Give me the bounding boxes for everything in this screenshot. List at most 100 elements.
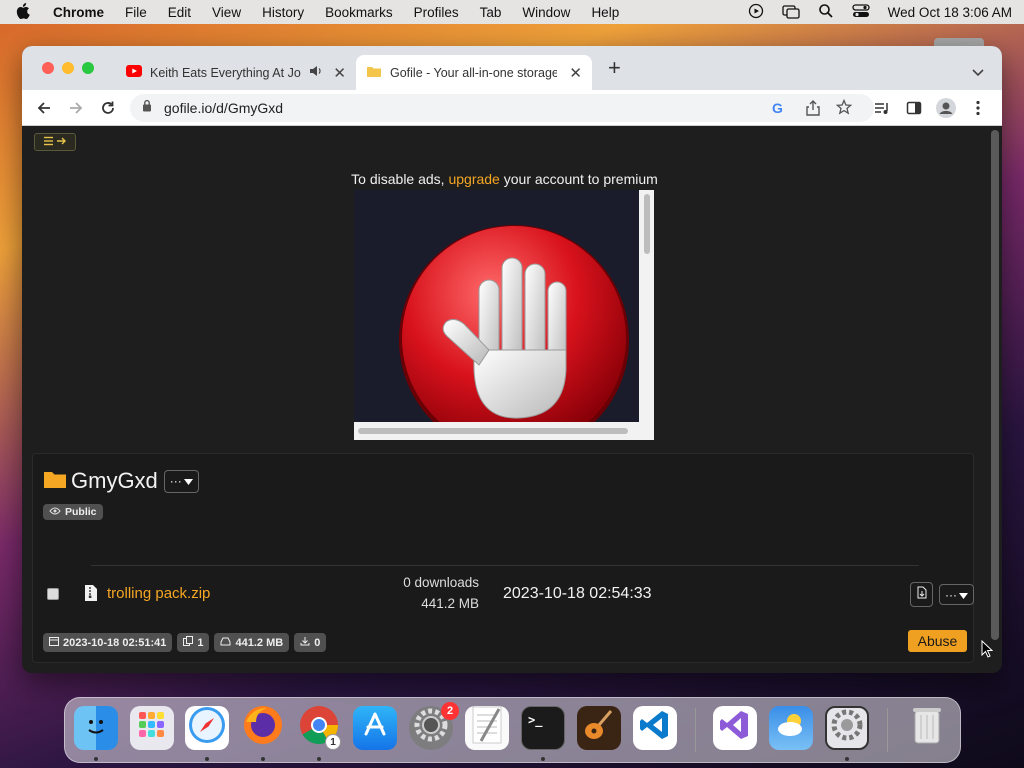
dock-system-preferences[interactable]: 2	[409, 702, 459, 750]
share-icon[interactable]	[806, 100, 820, 121]
stop-hand-icon	[399, 225, 629, 422]
ad-vertical-scrollbar[interactable]	[640, 190, 654, 422]
launchpad-icon	[137, 710, 167, 746]
tab-close-icon[interactable]: ✕	[569, 64, 582, 82]
settings-gear-icon	[830, 708, 864, 748]
created-date: 2023-10-18 02:51:41	[63, 636, 167, 649]
new-tab-icon[interactable]: +	[608, 57, 621, 79]
firefox-icon	[242, 704, 284, 752]
tab-strip: Keith Eats Everything At Jo ✕ Gofile - Y…	[22, 46, 1002, 90]
dock-garageband[interactable]	[577, 706, 621, 750]
gofile-icon	[366, 64, 382, 81]
weather-cloud-icon	[774, 711, 808, 745]
menubar-clock[interactable]: Wed Oct 18 3:06 AM	[888, 5, 1012, 20]
dock-running-dot	[317, 757, 321, 761]
file-name-link[interactable]: trolling pack.zip	[107, 585, 210, 602]
dock-separator	[887, 708, 888, 752]
dock-app-store[interactable]	[353, 706, 397, 750]
google-lens-icon[interactable]: G	[772, 100, 783, 116]
file-options-button[interactable]: ···	[939, 584, 974, 605]
reload-icon[interactable]	[100, 100, 116, 121]
ad-frame[interactable]	[354, 190, 654, 440]
folder-icon	[43, 469, 67, 494]
dock-visual-studio[interactable]	[713, 706, 757, 750]
url-text[interactable]: gofile.io/d/GmyGxd	[164, 100, 283, 116]
bookmark-star-icon[interactable]	[835, 98, 853, 120]
screen-record-icon[interactable]	[748, 3, 764, 22]
hard-drive-icon	[220, 637, 231, 649]
screen-mirroring-icon[interactable]	[782, 3, 800, 22]
dock-safari[interactable]	[185, 706, 229, 750]
ellipsis-icon: ···	[945, 587, 957, 602]
terminal-icon: >_	[528, 713, 543, 727]
dock-trash[interactable]	[905, 706, 949, 750]
tab-youtube[interactable]: Keith Eats Everything At Jo ✕	[118, 55, 354, 90]
menu-view[interactable]: View	[212, 5, 241, 20]
menu-history[interactable]: History	[262, 5, 304, 20]
dock-launchpad[interactable]	[130, 706, 174, 750]
audio-playing-icon[interactable]	[309, 65, 323, 80]
tab-title-active: Gofile - Your all-in-one storage	[390, 65, 558, 80]
trash-icon	[910, 705, 944, 751]
chrome-menu-icon[interactable]	[976, 100, 980, 121]
files-icon	[183, 636, 194, 649]
dock-vscode[interactable]	[633, 706, 677, 750]
tab-search-chevron-icon[interactable]	[972, 64, 984, 82]
total-size-badge: 441.2 MB	[214, 633, 290, 652]
divider	[91, 565, 919, 566]
folder-options-button[interactable]: ···	[163, 469, 199, 493]
dock-finder[interactable]	[74, 706, 118, 750]
dock-separator	[695, 708, 696, 752]
caret-down-icon	[183, 474, 193, 488]
control-center-icon[interactable]	[852, 3, 870, 22]
dock-firefox[interactable]	[241, 706, 285, 750]
media-controls-icon[interactable]	[874, 100, 890, 121]
upgrade-link[interactable]: upgrade	[448, 171, 499, 187]
file-download-icon	[917, 586, 927, 604]
tab-title: Keith Eats Everything At Jo	[150, 65, 301, 80]
menu-profiles[interactable]: Profiles	[414, 5, 459, 20]
zoom-window-button[interactable]	[82, 62, 94, 74]
minimize-window-button[interactable]	[62, 62, 74, 74]
apple-menu-icon[interactable]	[14, 2, 32, 22]
spotlight-search-icon[interactable]	[818, 3, 834, 22]
menu-file[interactable]: File	[125, 5, 147, 20]
dock-settings[interactable]	[825, 706, 869, 750]
menu-tab[interactable]: Tab	[480, 5, 502, 20]
menu-bookmarks[interactable]: Bookmarks	[325, 5, 393, 20]
page-scrollbar[interactable]	[988, 126, 1002, 673]
file-download-button[interactable]	[910, 582, 933, 607]
menu-app-name[interactable]: Chrome	[53, 5, 104, 20]
forward-arrow-icon[interactable]	[68, 100, 84, 121]
profile-avatar-icon[interactable]	[936, 98, 956, 123]
address-bar[interactable]: gofile.io/d/GmyGxd G	[130, 94, 874, 122]
tab-close-icon[interactable]: ✕	[333, 64, 346, 82]
menu-window[interactable]: Window	[522, 5, 570, 20]
menu-help[interactable]: Help	[591, 5, 619, 20]
back-arrow-icon[interactable]	[36, 100, 52, 121]
dock-chrome[interactable]: 1	[297, 706, 341, 750]
system-preferences-badge: 2	[441, 702, 459, 720]
dock-terminal[interactable]: >_	[521, 706, 565, 750]
ad-notice-prefix: To disable ads,	[351, 171, 449, 187]
file-select-checkbox[interactable]	[47, 588, 59, 600]
eye-icon	[49, 506, 61, 518]
app-store-icon	[360, 710, 390, 746]
dock-textedit[interactable]	[465, 706, 509, 750]
ad-image	[354, 190, 639, 422]
close-window-button[interactable]	[42, 62, 54, 74]
dock-weather[interactable]	[769, 706, 813, 750]
menu-bar: Chrome File Edit View History Bookmarks …	[0, 0, 1024, 24]
ad-horizontal-scrollbar[interactable]	[354, 425, 639, 437]
abuse-button[interactable]: Abuse	[908, 630, 967, 652]
side-panel-icon[interactable]	[906, 100, 922, 121]
ellipsis-icon: ···	[169, 474, 182, 488]
sidebar-toggle-button[interactable]	[34, 133, 76, 151]
menu-edit[interactable]: Edit	[168, 5, 191, 20]
file-size: 441.2 MB	[421, 596, 479, 611]
finder-icon	[81, 710, 111, 746]
lock-icon[interactable]	[142, 99, 152, 117]
mouse-cursor-icon	[981, 639, 994, 663]
file-row: trolling pack.zip 0 downloads 441.2 MB 2…	[33, 570, 975, 620]
tab-gofile[interactable]: Gofile - Your all-in-one storage ✕	[356, 55, 592, 90]
